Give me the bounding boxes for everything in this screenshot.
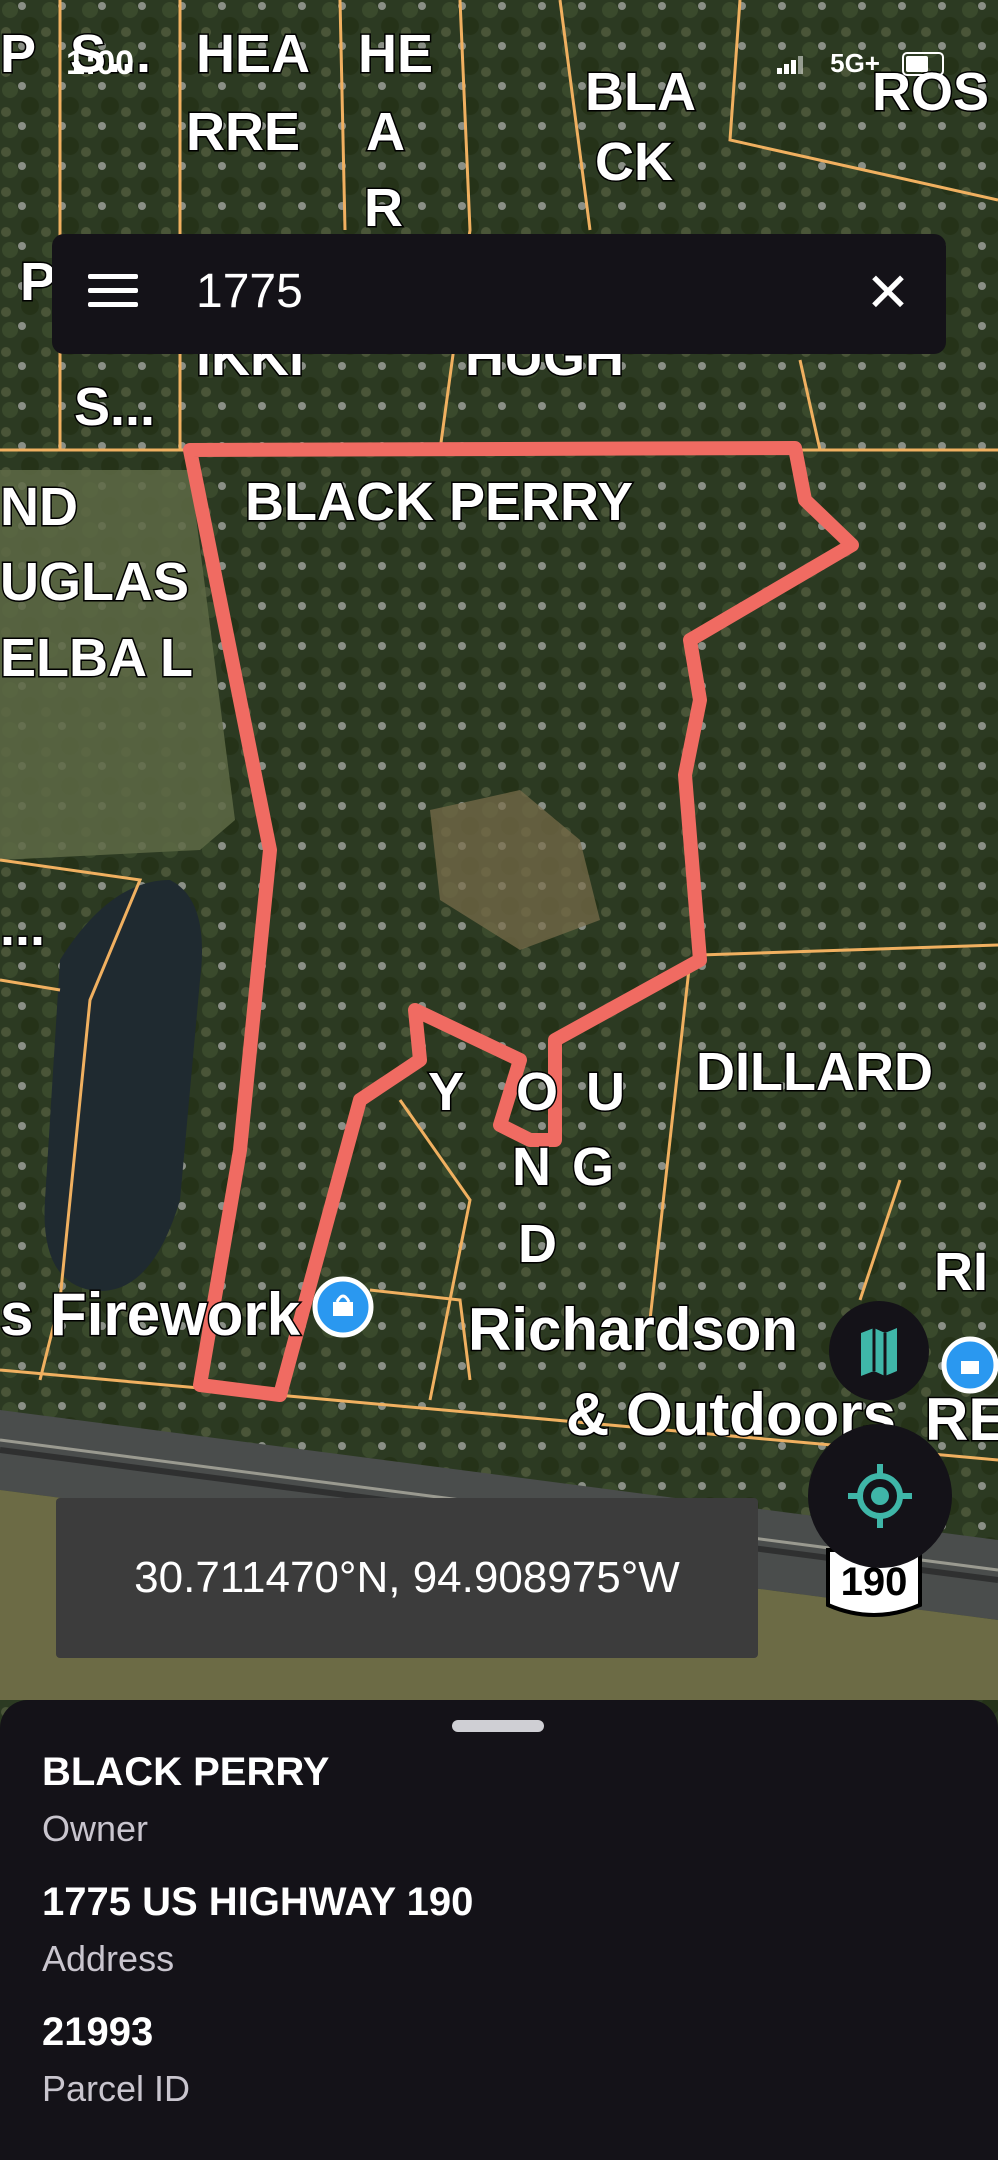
parcel-label: A: [366, 102, 405, 162]
address-value: 1775 US HIGHWAY 190: [42, 1880, 474, 1924]
parcel-label: P: [0, 24, 36, 84]
my-location-button[interactable]: [808, 1424, 952, 1568]
parcel-label: DILLARD: [696, 1042, 933, 1102]
search-bar[interactable]: 1775 ✕: [52, 234, 946, 354]
parcel-label: P: [20, 252, 56, 312]
drag-handle[interactable]: [452, 1720, 544, 1732]
close-icon[interactable]: ✕: [862, 266, 914, 320]
parcel-label: HE: [358, 24, 433, 84]
parcel-info-sheet[interactable]: BLACK PERRY Owner 1775 US HIGHWAY 190 Ad…: [0, 1700, 998, 2160]
parcel-label: RI: [934, 1242, 988, 1302]
parcel-label: O: [516, 1062, 558, 1122]
parcel-label: ROS: [872, 62, 989, 122]
parcel-label-selected: BLACK PERRY: [245, 472, 633, 532]
parcel-label: N: [512, 1137, 551, 1197]
parcel-id-label: Parcel ID: [42, 2068, 191, 2109]
parcel-label: R: [364, 178, 403, 238]
parcel-label: G: [572, 1137, 614, 1197]
poi-label[interactable]: s Firework: [0, 1280, 302, 1350]
parcel-label: BLA: [585, 62, 696, 122]
parcel-id-value: 21993: [42, 2010, 154, 2054]
coordinate-readout: 30.711470°N, 94.908975°W: [56, 1498, 758, 1658]
owner-value: BLACK PERRY: [42, 1750, 330, 1794]
parcel-label: Y: [428, 1062, 464, 1122]
search-input[interactable]: 1775: [196, 264, 303, 319]
map-layers-icon: [861, 1328, 897, 1376]
my-location-icon: [848, 1464, 912, 1528]
parcel-label: RRE: [186, 102, 300, 162]
menu-icon[interactable]: [88, 274, 138, 314]
parcel-label: UGLAS: [0, 552, 189, 612]
parcel-label: ND: [0, 477, 78, 537]
parcel-label: U: [586, 1062, 625, 1122]
parcel-label: ELBA L: [0, 628, 193, 688]
parcel-label: D: [518, 1214, 557, 1274]
parcel-label: CK: [595, 132, 673, 192]
parcel-label: S...: [70, 24, 151, 84]
poi-label[interactable]: Richardson: [467, 1295, 800, 1365]
map-layers-button[interactable]: [829, 1301, 929, 1401]
parcel-label: ...: [0, 897, 45, 957]
owner-label: Owner: [42, 1808, 149, 1849]
address-label: Address: [42, 1938, 175, 1979]
parcel-label: HEA: [196, 24, 310, 84]
parcel-label: S...: [74, 377, 155, 437]
